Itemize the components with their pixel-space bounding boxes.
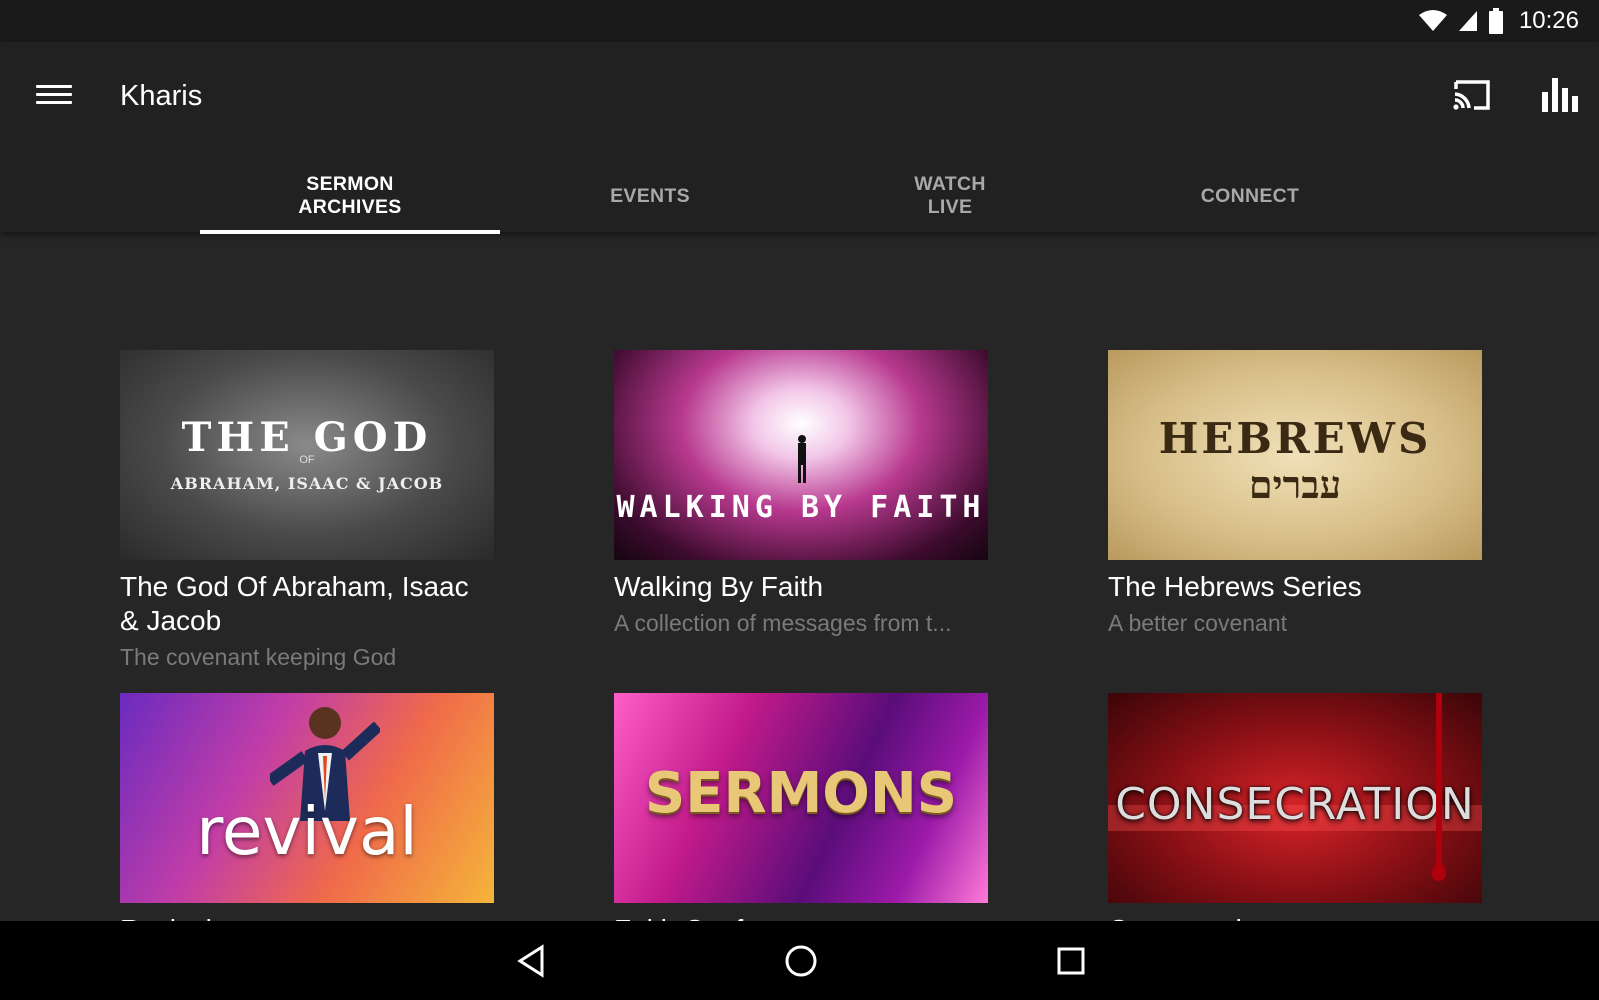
artwork-text: HEBREWS	[1158, 414, 1432, 463]
cell-signal-icon	[1458, 11, 1477, 31]
series-subtitle: The covenant keeping God	[120, 644, 397, 670]
artwork-text: revival	[196, 793, 418, 870]
series-card[interactable]: THE GOD OF ABRAHAM, ISAAC & JACOB The Go…	[120, 350, 494, 672]
series-card[interactable]: revival Revival	[120, 693, 494, 947]
series-artwork: revival	[120, 693, 494, 903]
equalizer-icon[interactable]	[1540, 76, 1580, 114]
series-title: Walking By Faith	[614, 571, 824, 602]
artwork-text: ABRAHAM, ISAAC & JACOB	[170, 474, 444, 493]
artwork-text: SERMONS	[644, 761, 958, 826]
back-triangle-icon[interactable]	[512, 941, 552, 981]
app-title: Kharis	[120, 80, 203, 112]
tab-events[interactable]: EVENTS	[500, 160, 800, 232]
series-artwork: WALKING BY FAITH	[614, 350, 988, 560]
app-bar: Kharis SERMON ARCHIVES EVENTS WATCH LIVE…	[0, 42, 1599, 234]
series-artwork: HEBREWS עברים	[1108, 350, 1482, 560]
walking-figure-icon	[798, 435, 806, 483]
artwork-text: OF	[299, 454, 315, 466]
recents-square-icon[interactable]	[1051, 941, 1091, 981]
series-artwork: CONSECRATION	[1108, 693, 1482, 903]
battery-icon	[1488, 8, 1503, 34]
series-card[interactable]: WALKING BY FAITH Walking By Faith A coll…	[614, 350, 988, 638]
status-time: 10:26	[1518, 7, 1579, 34]
blood-drop	[1432, 863, 1446, 881]
wifi-icon	[1418, 10, 1447, 31]
artwork-text: WALKING BY FAITH	[616, 490, 986, 525]
blood-drip	[1436, 693, 1442, 869]
system-nav-bar	[0, 921, 1599, 1000]
series-subtitle: A better covenant	[1108, 610, 1288, 636]
cast-icon[interactable]	[1452, 78, 1492, 112]
series-card[interactable]: HEBREWS עברים The Hebrews Series A bette…	[1108, 350, 1482, 638]
tab-connect[interactable]: CONNECT	[1100, 160, 1400, 232]
series-subtitle: A collection of messages from t...	[614, 610, 952, 636]
tab-sermon-archives[interactable]: SERMON ARCHIVES	[200, 160, 500, 234]
series-title: The God Of Abraham, Isaac & Jacob	[120, 571, 469, 636]
artwork-text: עברים	[1248, 462, 1342, 507]
series-card[interactable]: SERMONS Faith Conference	[614, 693, 988, 947]
hamburger-menu-icon[interactable]	[36, 80, 72, 110]
series-card[interactable]: CONSECRATION Consecration	[1108, 693, 1482, 947]
series-artwork: SERMONS	[614, 693, 988, 903]
artwork-text: CONSECRATION	[1115, 779, 1475, 830]
home-circle-icon[interactable]	[781, 941, 821, 981]
series-title: The Hebrews Series	[1108, 571, 1362, 602]
tab-watch-live[interactable]: WATCH LIVE	[800, 160, 1100, 232]
status-bar: 10:26	[0, 0, 1599, 42]
tab-bar: SERMON ARCHIVES EVENTS WATCH LIVE CONNEC…	[200, 160, 1400, 234]
series-artwork: THE GOD OF ABRAHAM, ISAAC & JACOB	[120, 350, 494, 560]
